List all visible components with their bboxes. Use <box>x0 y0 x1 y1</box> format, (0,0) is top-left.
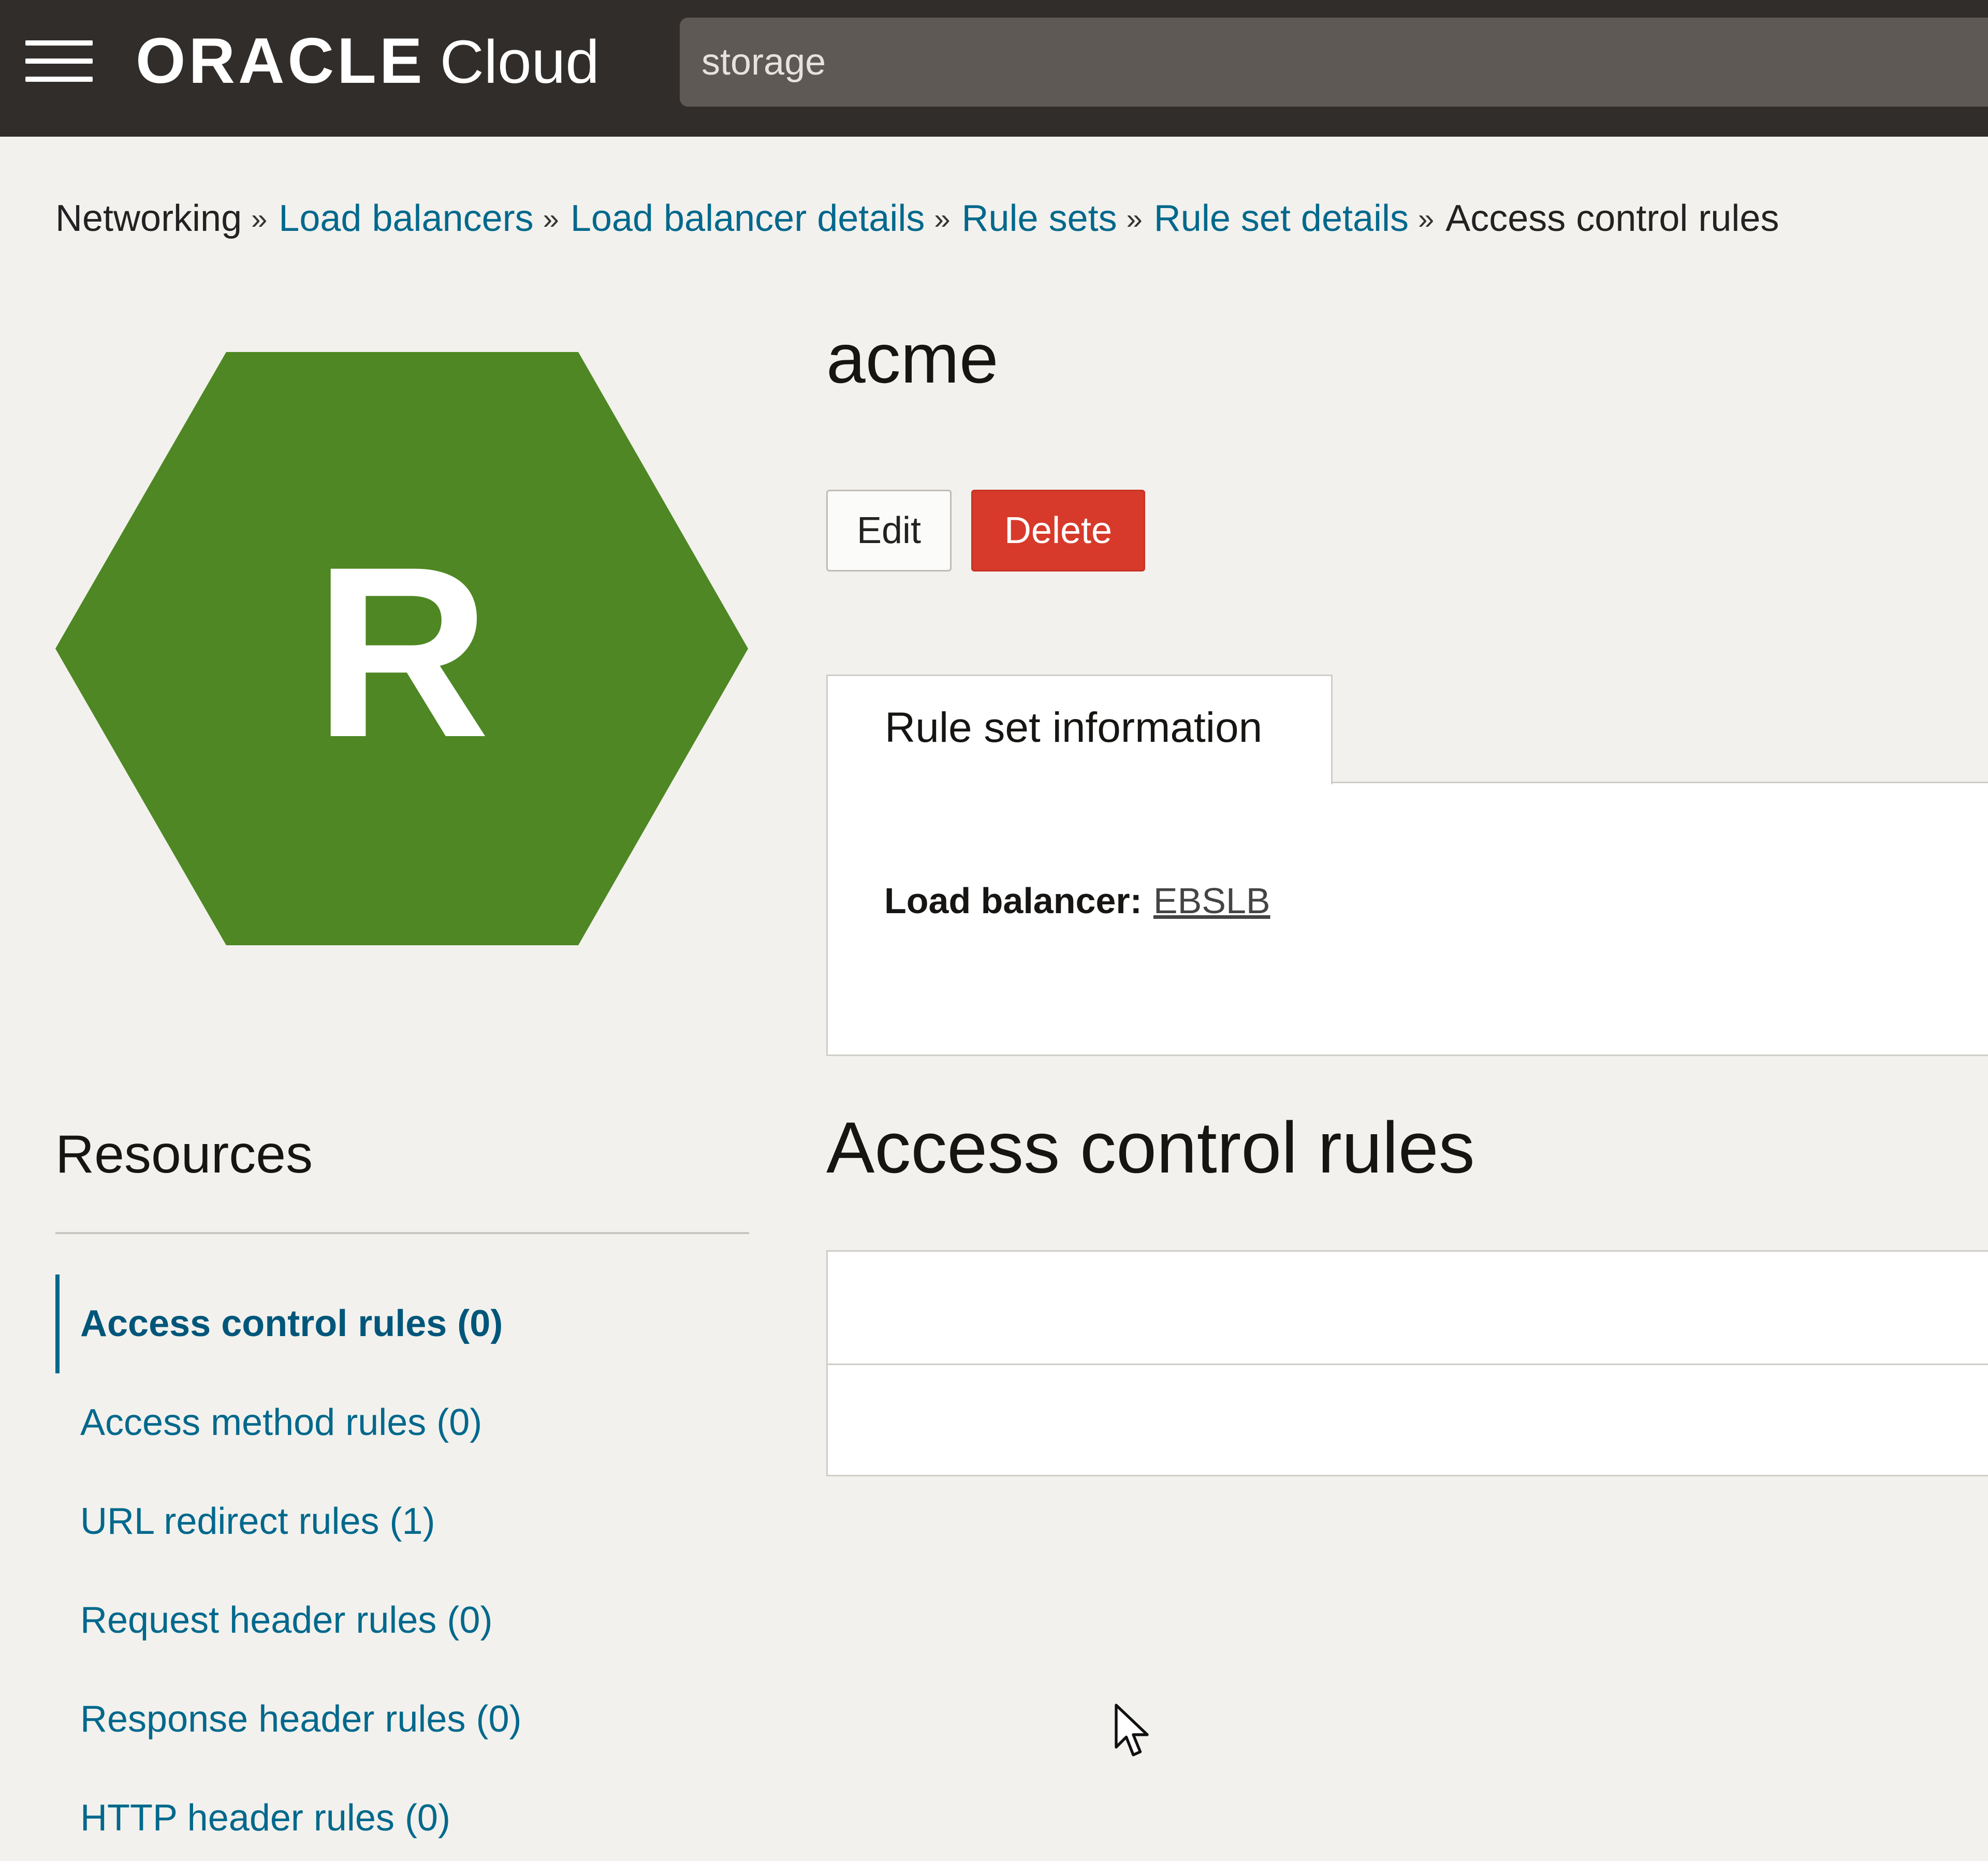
breadcrumb-networking: Networking <box>55 198 242 239</box>
delete-button[interactable]: Delete <box>971 490 1145 572</box>
load-balancer-label: Load balancer: <box>884 881 1142 921</box>
mouse-pointer-icon <box>1115 1704 1149 1756</box>
resources-list: Access control rules (0) Access method r… <box>55 1274 749 1861</box>
rules-table-divider <box>828 1364 1988 1365</box>
breadcrumb-separator: » <box>1126 202 1143 235</box>
resource-request-header-rules[interactable]: Request header rules (0) <box>55 1571 749 1670</box>
breadcrumb-separator: » <box>934 202 951 235</box>
breadcrumb: Networking » Load balancers » Load balancer … <box>55 193 1779 244</box>
brand-cloud: Cloud <box>440 28 600 96</box>
resource-response-header-rules[interactable]: Response header rules (0) <box>55 1670 749 1769</box>
breadcrumb-rule-set-details[interactable]: Rule set details <box>1154 198 1409 239</box>
tab-rule-set-information[interactable]: Rule set information <box>826 675 1333 784</box>
breadcrumb-load-balancers[interactable]: Load balancers <box>279 198 533 239</box>
resource-access-control-rules[interactable]: Access control rules (0) <box>55 1274 749 1373</box>
rules-table <box>826 1250 1988 1476</box>
search-input[interactable] <box>680 18 1988 107</box>
resource-access-method-rules[interactable]: Access method rules (0) <box>55 1373 749 1472</box>
load-balancer-row: Load balancer: EBSLB <box>884 875 1270 927</box>
oracle-cloud-logo[interactable]: ORACLE Cloud <box>136 25 600 97</box>
edit-button[interactable]: Edit <box>826 490 952 572</box>
hexagon-letter: R <box>314 516 490 788</box>
rule-set-hexagon-icon: R <box>55 352 748 945</box>
breadcrumb-separator: » <box>251 202 268 235</box>
resource-http-header-rules[interactable]: HTTP header rules (0) <box>55 1769 749 1861</box>
load-balancer-link[interactable]: EBSLB <box>1153 881 1270 921</box>
hamburger-menu-icon[interactable] <box>25 40 93 82</box>
brand-oracle: ORACLE <box>136 25 426 97</box>
resources-divider <box>55 1232 749 1234</box>
page-title: acme <box>826 319 999 398</box>
top-bar: ORACLE Cloud <box>0 0 1988 137</box>
breadcrumb-separator: » <box>543 202 559 235</box>
resources-title: Resources <box>55 1124 313 1184</box>
resource-url-redirect-rules[interactable]: URL redirect rules (1) <box>55 1472 749 1571</box>
breadcrumb-separator: » <box>1418 202 1435 235</box>
breadcrumb-rule-sets[interactable]: Rule sets <box>961 198 1117 239</box>
breadcrumb-load-balancer-details[interactable]: Load balancer details <box>571 198 925 239</box>
section-title: Access control rules <box>826 1107 1475 1188</box>
breadcrumb-current: Access control rules <box>1445 198 1779 239</box>
